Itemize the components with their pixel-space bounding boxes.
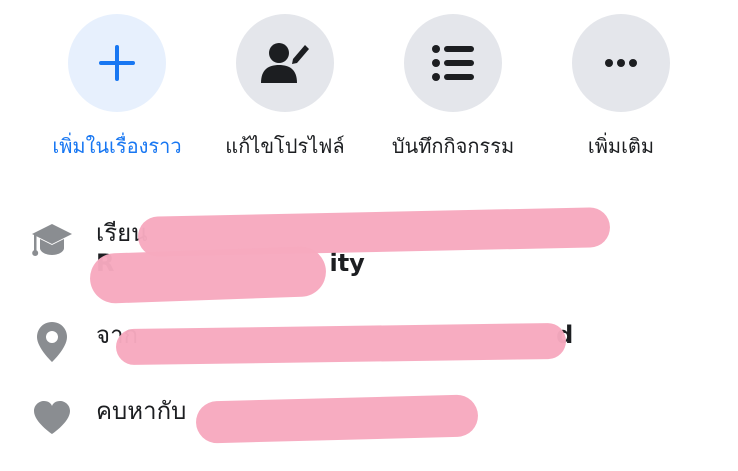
add-to-story-label: เพิ่มในเรื่องราว <box>52 134 182 158</box>
add-to-story-button[interactable]: เพิ่มในเรื่องราว <box>32 14 202 162</box>
activity-log-label: บันทึกกิจกรรม <box>391 134 515 158</box>
redaction-relationship <box>195 394 479 444</box>
graduation-cap-icon <box>30 218 74 262</box>
more-button[interactable]: เพิ่มเติม <box>536 14 706 162</box>
edit-profile-circle[interactable] <box>236 14 334 112</box>
more-circle[interactable] <box>572 14 670 112</box>
heart-icon <box>30 396 74 440</box>
add-to-story-circle[interactable] <box>68 14 166 112</box>
list-icon <box>432 45 474 81</box>
edit-profile-icon <box>261 43 309 83</box>
more-label: เพิ่มเติม <box>587 134 655 158</box>
education-line-2-end: ity <box>329 249 365 277</box>
location-pin-icon <box>30 320 74 364</box>
activity-log-button[interactable]: บันทึกกิจกรรม <box>368 14 538 162</box>
activity-log-circle[interactable] <box>404 14 502 112</box>
plus-icon <box>99 45 135 81</box>
redaction-education-2 <box>89 245 327 305</box>
edit-profile-button[interactable]: แก้ไขโปรไฟล์ <box>200 14 370 162</box>
more-icon <box>605 59 637 67</box>
edit-profile-label: แก้ไขโปรไฟล์ <box>225 134 345 158</box>
relationship-text-label: คบหากับ <box>96 397 187 425</box>
redaction-location <box>115 322 567 366</box>
